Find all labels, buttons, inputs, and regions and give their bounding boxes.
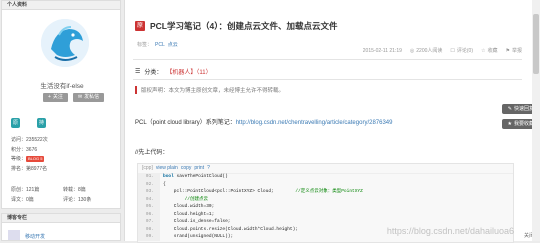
- code-text: srand(unsigned(NULL));: [163, 234, 234, 239]
- tag-pcl[interactable]: PCL: [155, 42, 165, 48]
- code-text: {: [163, 181, 166, 187]
- watermark: https://blog.csdn.net/dahailuoa6: [386, 226, 514, 236]
- menu-icon: ☰: [135, 69, 141, 75]
- profile-title: 个人资料: [2, 1, 120, 10]
- code-intro: //先上代码：: [135, 150, 169, 156]
- line-number: 01.: [138, 173, 160, 181]
- line-number: 04.: [138, 195, 160, 203]
- tags-label: 标签：: [137, 42, 153, 48]
- count-repost: 转载：8篇: [63, 187, 86, 193]
- article-main: 原 PCL学习笔记（4）：创建点云文件、加载点云文件 标签： PCL 点云 2015…: [124, 0, 539, 243]
- plus-icon: +: [48, 94, 51, 100]
- line-number: 05.: [138, 203, 160, 211]
- article-title-row: 原 PCL学习笔记（4）：创建点云文件、加载点云文件: [135, 20, 337, 32]
- eye-icon: ◎: [409, 47, 415, 54]
- code-line: 04. //创建点云: [138, 195, 513, 203]
- code-text: Cloud.height=1;: [163, 211, 215, 217]
- series-intro: PCL（point cloud library）系列笔记：http://blog…: [135, 120, 393, 126]
- article-counts: 原创：121篇 转载：8篇 译文：0篇 评论：130条: [11, 186, 116, 205]
- line-number: 08.: [138, 225, 160, 233]
- code-line: 01. bool saveThePointCloud(): [138, 173, 513, 181]
- copy-link[interactable]: copy: [181, 165, 192, 171]
- stat-level: 等级： BLOG 5: [11, 156, 45, 162]
- reply-icon: ✎: [507, 106, 512, 112]
- report-link[interactable]: ⚑ 举报: [505, 47, 523, 55]
- stat-points: 积分：3676: [11, 146, 38, 153]
- article-title[interactable]: PCL学习笔记（4）：创建点云文件、加载点云文件: [150, 20, 337, 32]
- flag-icon: ⚑: [505, 47, 510, 54]
- column-link[interactable]: 移动开发: [25, 233, 45, 240]
- category-row: ☰ 分类： 【机器人】（11）: [135, 67, 212, 76]
- profile-actions: + 关注 ✉ 发私信: [43, 93, 105, 102]
- stats-list: 访问：235522次 积分：3676 等级： BLOG 5 排名：第8977名: [11, 136, 48, 174]
- line-number: 09.: [138, 233, 160, 241]
- level-badge: BLOG 5: [26, 156, 45, 162]
- count-translation: 译文：0篇: [11, 196, 34, 203]
- bookmark-icon: ★: [507, 121, 512, 127]
- favorite-link[interactable]: ☆ 收藏: [481, 47, 498, 55]
- copyright-notice: 版权声明：本文为博主原创文章，未经博主允许不得转载。: [135, 86, 284, 94]
- message-label: 发私信: [84, 94, 100, 100]
- mail-icon: ✉: [77, 94, 83, 100]
- code-line: 06. Cloud.height=1;: [138, 210, 513, 218]
- code-text: Cloud.points.resize(Cloud.width*Cloud.he…: [163, 226, 299, 232]
- count-original: 原创：121篇: [11, 187, 40, 193]
- code-line: 02.{: [138, 180, 513, 188]
- stat-visits: 访问：235522次: [11, 137, 48, 143]
- column-title: 博客专栏: [2, 214, 120, 223]
- tag-pointcloud[interactable]: 点云: [168, 42, 178, 48]
- profile-panel: 个人资料 生活没有if-else + 关注 ✉ 发私信 原 持 访问：235522次…: [1, 0, 121, 209]
- code-line: 07. Cloud.is_dense=false;: [138, 218, 513, 226]
- post-date: 2015-02-11 21:19: [362, 47, 402, 54]
- views: ◎ 2200人阅读: [409, 47, 443, 55]
- series-link[interactable]: http://blog.csdn.net/chentravelling/arti…: [236, 120, 393, 126]
- message-button[interactable]: ✉ 发私信: [72, 93, 105, 102]
- stat-rank: 排名：第8977名: [11, 165, 48, 172]
- scrollbar-thumb[interactable]: [533, 14, 539, 74]
- code-text: //创建点云: [184, 196, 209, 202]
- divider: [133, 79, 522, 80]
- line-number: 02.: [138, 180, 160, 188]
- blog-column-panel: 博客专栏 移动开发: [1, 213, 121, 241]
- follow-label: 关注: [52, 94, 63, 100]
- code-text: bool saveThePointCloud(): [163, 174, 228, 179]
- username[interactable]: 生活没有if-else: [2, 80, 122, 90]
- scrollbar[interactable]: [532, 0, 540, 241]
- line-number: 06.: [138, 210, 160, 218]
- line-number: 07.: [138, 218, 160, 226]
- original-badge: 原: [135, 21, 145, 31]
- line-number: 03.: [138, 188, 160, 196]
- tags-row: 标签： PCL 点云: [137, 41, 178, 48]
- persistence-medal-icon[interactable]: 持: [37, 118, 46, 128]
- medal-badges: 原 持: [11, 118, 46, 128]
- divider: [133, 59, 522, 60]
- follow-button[interactable]: + 关注: [43, 93, 68, 102]
- category-link[interactable]: 【机器人】（11）: [166, 67, 211, 76]
- code-text: pcl::PointCloud<pcl::PointXYZ> Cloud; //…: [163, 189, 363, 194]
- code-lang: [cpp]: [142, 165, 153, 171]
- view-plain-link[interactable]: view plain: [156, 165, 178, 171]
- category-label: 分类：: [144, 70, 163, 76]
- original-medal-icon[interactable]: 原: [11, 118, 20, 128]
- sidebar: 个人资料 生活没有if-else + 关注 ✉ 发私信 原 持 访问：235522次…: [0, 0, 122, 241]
- star-icon: ☆: [481, 47, 486, 54]
- column-thumbnail[interactable]: [8, 230, 20, 240]
- avatar[interactable]: [41, 19, 89, 67]
- code-line: 05. Cloud.width=30;: [138, 203, 513, 211]
- code-line: 03. pcl::PointCloud<pcl::PointXYZ> Cloud…: [138, 188, 513, 196]
- comment-icon: ☐: [450, 47, 455, 54]
- help-link[interactable]: ?: [207, 165, 210, 171]
- article-meta: 2015-02-11 21:19 ◎ 2200人阅读 ☐ 评论(0) ☆ 收藏 ⚑ 举报: [362, 47, 523, 55]
- code-text: Cloud.width=30;: [163, 204, 215, 209]
- code-text: Cloud.is_dense=false;: [163, 219, 231, 224]
- count-comments: 评论：130条: [63, 196, 92, 203]
- comment-link[interactable]: ☐ 评论(0): [450, 47, 473, 55]
- print-link[interactable]: print: [194, 165, 204, 171]
- dragon-avatar-icon: [41, 19, 89, 67]
